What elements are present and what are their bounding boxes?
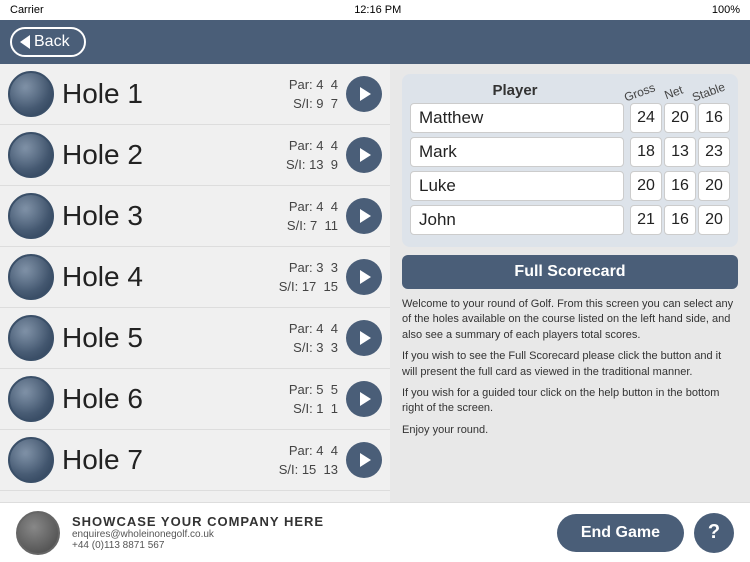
hole-ball	[8, 193, 54, 239]
back-arrow-icon	[20, 35, 30, 49]
score-values: 20 16 20	[630, 171, 730, 201]
hole-row[interactable]: Hole 7 Par: 4 4 S/I: 15 13	[0, 430, 390, 491]
score-col-header: Stable	[690, 80, 725, 104]
stable-score: 20	[698, 205, 730, 235]
footer-email: enquires@wholeinonegolf.co.uk	[72, 529, 545, 540]
hole-label: Hole 4	[62, 261, 279, 293]
hole-nav-button[interactable]	[346, 137, 382, 173]
carrier: Carrier	[10, 4, 44, 16]
hole-row[interactable]: Hole 6 Par: 5 5 S/I: 1 1	[0, 369, 390, 430]
battery: 100%	[712, 4, 740, 16]
score-row: Mark 18 13 23	[410, 137, 730, 167]
hole-ball	[8, 376, 54, 422]
stable-score: 16	[698, 103, 730, 133]
score-values: 18 13 23	[630, 137, 730, 167]
hole-ball	[8, 437, 54, 483]
score-row: John 21 16 20	[410, 205, 730, 235]
player-name: Matthew	[410, 103, 624, 133]
end-game-button[interactable]: End Game	[557, 514, 684, 552]
score-header: Player GrossNetStable	[410, 82, 730, 99]
net-score: 13	[664, 137, 696, 167]
hole-par-si: Par: 3 3 S/I: 17 15	[279, 258, 338, 297]
status-bar: Carrier 12:16 PM 100%	[0, 0, 750, 20]
hole-label: Hole 2	[62, 139, 286, 171]
footer-actions: End Game ?	[557, 513, 734, 553]
score-row: Matthew 24 20 16	[410, 103, 730, 133]
hole-label: Hole 7	[62, 444, 279, 476]
net-score: 16	[664, 205, 696, 235]
time: 12:16 PM	[354, 4, 401, 16]
header: Back	[0, 20, 750, 64]
gross-score: 24	[630, 103, 662, 133]
hole-ball	[8, 254, 54, 300]
hole-row[interactable]: Hole 4 Par: 3 3 S/I: 17 15	[0, 247, 390, 308]
info-p2: If you wish to see the Full Scorecard pl…	[402, 349, 738, 380]
hole-par-si: Par: 5 5 S/I: 1 1	[289, 380, 338, 419]
back-label: Back	[34, 33, 70, 51]
player-name: John	[410, 205, 624, 235]
hole-par-si: Par: 4 4 S/I: 3 3	[289, 319, 338, 358]
player-name: Mark	[410, 137, 624, 167]
hole-ball	[8, 71, 54, 117]
net-score: 20	[664, 103, 696, 133]
hole-row[interactable]: Hole 3 Par: 4 4 S/I: 7 11	[0, 186, 390, 247]
hole-label: Hole 5	[62, 322, 289, 354]
hole-nav-button[interactable]	[346, 198, 382, 234]
gross-score: 18	[630, 137, 662, 167]
hole-par-si: Par: 4 4 S/I: 9 7	[289, 75, 338, 114]
hole-nav-button[interactable]	[346, 320, 382, 356]
hole-par-si: Par: 4 4 S/I: 13 9	[286, 136, 338, 175]
gross-score: 21	[630, 205, 662, 235]
help-button[interactable]: ?	[694, 513, 734, 553]
hole-ball	[8, 315, 54, 361]
stable-score: 20	[698, 171, 730, 201]
hole-nav-button[interactable]	[346, 381, 382, 417]
hole-ball	[8, 132, 54, 178]
company-name: SHOWCASE YOUR COMPANY HERE	[72, 514, 545, 529]
score-values: 21 16 20	[630, 205, 730, 235]
player-name: Luke	[410, 171, 624, 201]
hole-label: Hole 6	[62, 383, 289, 415]
score-values: 24 20 16	[630, 103, 730, 133]
info-text: Welcome to your round of Golf. From this…	[402, 297, 738, 444]
hole-par-si: Par: 4 4 S/I: 15 13	[279, 441, 338, 480]
score-col-headers: GrossNetStable	[626, 85, 726, 99]
hole-row[interactable]: Hole 5 Par: 4 4 S/I: 3 3	[0, 308, 390, 369]
hole-nav-button[interactable]	[346, 442, 382, 478]
score-col-header: Gross	[622, 80, 657, 104]
info-p3: If you wish for a guided tour click on t…	[402, 386, 738, 417]
hole-row[interactable]: Hole 1 Par: 4 4 S/I: 9 7	[0, 64, 390, 125]
scorecard-table: Player GrossNetStable Matthew 24 20 16 M…	[402, 74, 738, 247]
right-panel: Player GrossNetStable Matthew 24 20 16 M…	[390, 64, 750, 502]
hole-nav-button[interactable]	[346, 76, 382, 112]
hole-par-si: Par: 4 4 S/I: 7 11	[287, 197, 338, 236]
info-p4: Enjoy your round.	[402, 423, 738, 438]
main-content: Hole 1 Par: 4 4 S/I: 9 7 Hole 2 Par: 4 4…	[0, 64, 750, 502]
footer: SHOWCASE YOUR COMPANY HERE enquires@whol…	[0, 502, 750, 562]
full-scorecard-button[interactable]: Full Scorecard	[402, 255, 738, 289]
net-score: 16	[664, 171, 696, 201]
footer-phone: +44 (0)113 8871 567	[72, 540, 545, 551]
info-p1: Welcome to your round of Golf. From this…	[402, 297, 738, 343]
holes-panel: Hole 1 Par: 4 4 S/I: 9 7 Hole 2 Par: 4 4…	[0, 64, 390, 502]
company-logo	[16, 511, 60, 555]
score-header-player: Player	[414, 82, 626, 99]
hole-label: Hole 3	[62, 200, 287, 232]
hole-row[interactable]: Hole 2 Par: 4 4 S/I: 13 9	[0, 125, 390, 186]
score-col-header: Net	[656, 80, 691, 104]
back-button[interactable]: Back	[10, 27, 86, 57]
stable-score: 23	[698, 137, 730, 167]
gross-score: 20	[630, 171, 662, 201]
hole-nav-button[interactable]	[346, 259, 382, 295]
score-row: Luke 20 16 20	[410, 171, 730, 201]
footer-text: SHOWCASE YOUR COMPANY HERE enquires@whol…	[72, 514, 545, 551]
hole-label: Hole 1	[62, 78, 289, 110]
